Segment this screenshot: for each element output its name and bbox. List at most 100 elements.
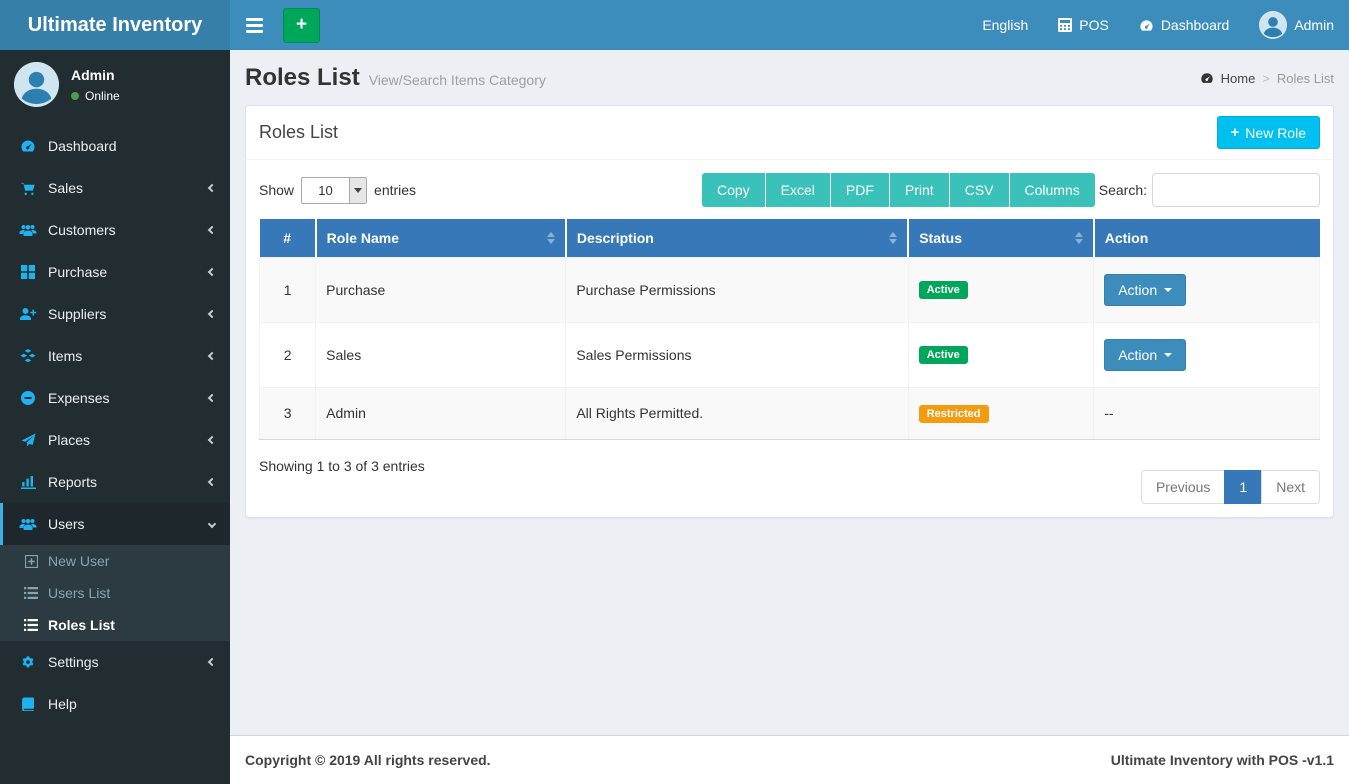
card-title: Roles List <box>259 122 339 142</box>
table-controls: Show 10 entries Copy Excel PDF Print CSV… <box>259 173 1320 207</box>
minus-circle-icon <box>18 391 38 405</box>
page-length-select[interactable]: 10 <box>301 176 368 204</box>
pos-link[interactable]: POS <box>1043 0 1124 50</box>
sidebar-toggle-button[interactable] <box>230 0 279 50</box>
breadcrumb: Home > Roles List <box>1200 71 1334 86</box>
navbar-right: English POS Dashboard Admin <box>967 0 1349 50</box>
sidebar-item-settings[interactable]: Settings <box>0 641 230 683</box>
card-body: Show 10 entries Copy Excel PDF Print CSV… <box>246 160 1333 517</box>
breadcrumb-home[interactable]: Home <box>1221 71 1256 86</box>
sidebar-item-items[interactable]: Items <box>0 335 230 377</box>
row-index: 1 <box>258 256 317 323</box>
select-arrow-icon <box>349 177 367 203</box>
sidebar-item-new-user[interactable]: New User <box>0 545 230 577</box>
list-icon <box>22 587 40 599</box>
action-dropdown-button[interactable]: Action <box>1104 273 1187 306</box>
sidebar-item-dashboard[interactable]: Dashboard <box>0 125 230 167</box>
print-button[interactable]: Print <box>889 173 949 207</box>
chevron-left-icon <box>207 267 217 277</box>
sidebar-item-customers[interactable]: Customers <box>0 209 230 251</box>
dashboard-link[interactable]: Dashboard <box>1124 0 1245 50</box>
table-row: 2 Sales Sales Permissions Active Action <box>258 321 1320 388</box>
table-header-row: # Role Name Description Status Action <box>259 219 1320 257</box>
sort-icon <box>546 231 555 244</box>
status-badge: Active <box>918 346 968 364</box>
chevron-left-icon <box>207 657 217 667</box>
chevron-left-icon <box>207 393 217 403</box>
app-logo[interactable]: Ultimate Inventory <box>0 0 230 50</box>
language-menu[interactable]: English <box>967 0 1043 50</box>
sidebar-item-users-list[interactable]: Users List <box>0 577 230 609</box>
sidebar-item-users[interactable]: Users <box>0 503 230 545</box>
user-menu[interactable]: Admin <box>1244 0 1349 50</box>
dashboard-label: Dashboard <box>1160 17 1230 33</box>
page-length-control: Show 10 entries <box>259 176 416 204</box>
show-label: Show <box>259 182 295 198</box>
topbar: Ultimate Inventory + English POS Dashboa… <box>0 0 1349 50</box>
copy-button[interactable]: Copy <box>701 173 765 207</box>
avatar <box>1259 11 1288 39</box>
sidebar-menu: Dashboard Sales Customers Purchase Suppl… <box>0 125 230 725</box>
column-header-action: Action <box>1093 219 1320 257</box>
page-number-button[interactable]: 1 <box>1224 469 1263 504</box>
status-cell: Restricted <box>907 386 1095 440</box>
breadcrumb-current: Roles List <box>1276 70 1334 86</box>
role-name-cell: Sales <box>315 321 567 388</box>
action-dropdown-button[interactable]: Action <box>1104 338 1187 371</box>
description-cell: Purchase Permissions <box>565 256 909 323</box>
new-role-button[interactable]: + New Role <box>1216 116 1320 149</box>
row-index: 2 <box>258 321 317 388</box>
csv-button[interactable]: CSV <box>949 173 1009 207</box>
card-header: Roles List + New Role <box>246 106 1333 160</box>
sidebar-user-panel: Admin Online <box>0 50 230 121</box>
caret-down-icon <box>1164 352 1173 357</box>
roles-card: Roles List + New Role Show 10 entries Co… <box>245 105 1334 518</box>
columns-button[interactable]: Columns <box>1009 173 1095 207</box>
caret-down-icon <box>1164 287 1173 292</box>
sidebar-user-status: Online <box>71 89 120 103</box>
plus-square-icon <box>22 554 40 568</box>
column-header-status[interactable]: Status <box>908 219 1095 257</box>
user-plus-icon <box>18 307 38 321</box>
copyright-text: Copyright © 2019 All rights reserved. <box>245 752 491 768</box>
pdf-button[interactable]: PDF <box>830 173 889 207</box>
chevron-left-icon <box>207 477 217 487</box>
action-cell: -- <box>1093 386 1320 440</box>
user-name-label: Admin <box>1294 17 1334 33</box>
home-icon <box>1200 71 1214 85</box>
status-badge: Active <box>918 281 968 299</box>
sidebar-item-expenses[interactable]: Expenses <box>0 377 230 419</box>
table-info: Showing 1 to 3 of 3 entries <box>259 457 425 474</box>
version-text: Ultimate Inventory with POS -v1.1 <box>1110 752 1334 768</box>
column-header-description[interactable]: Description <box>565 219 910 257</box>
chevron-left-icon <box>207 435 217 445</box>
calculator-icon <box>1058 18 1073 32</box>
sort-icon <box>1074 231 1083 244</box>
next-page-button[interactable]: Next <box>1261 469 1320 504</box>
cart-icon <box>18 181 38 196</box>
pagination: Previous 1 Next <box>1140 469 1320 504</box>
search-input[interactable] <box>1152 173 1320 207</box>
quick-add-button[interactable]: + <box>283 7 320 43</box>
hamburger-icon <box>246 29 263 33</box>
sidebar-item-sales[interactable]: Sales <box>0 167 230 209</box>
column-header-role-name[interactable]: Role Name <box>315 219 567 257</box>
sidebar-item-reports[interactable]: Reports <box>0 461 230 503</box>
users-icon <box>18 517 38 531</box>
users-icon <box>18 223 38 237</box>
paper-plane-icon <box>18 433 38 447</box>
avatar <box>14 62 59 107</box>
sidebar-item-help[interactable]: Help <box>0 683 230 725</box>
excel-button[interactable]: Excel <box>765 173 830 207</box>
gears-icon <box>18 655 38 669</box>
breadcrumb-separator: > <box>1262 70 1270 86</box>
sidebar-item-places[interactable]: Places <box>0 419 230 461</box>
sidebar-item-purchase[interactable]: Purchase <box>0 251 230 293</box>
previous-page-button[interactable]: Previous <box>1140 469 1226 504</box>
sort-icon <box>889 231 898 244</box>
search-label: Search: <box>1098 182 1147 198</box>
sidebar-item-roles-list[interactable]: Roles List <box>0 609 230 641</box>
dashboard-icon <box>1139 18 1154 33</box>
sidebar-item-suppliers[interactable]: Suppliers <box>0 293 230 335</box>
role-name-cell: Admin <box>315 386 567 440</box>
